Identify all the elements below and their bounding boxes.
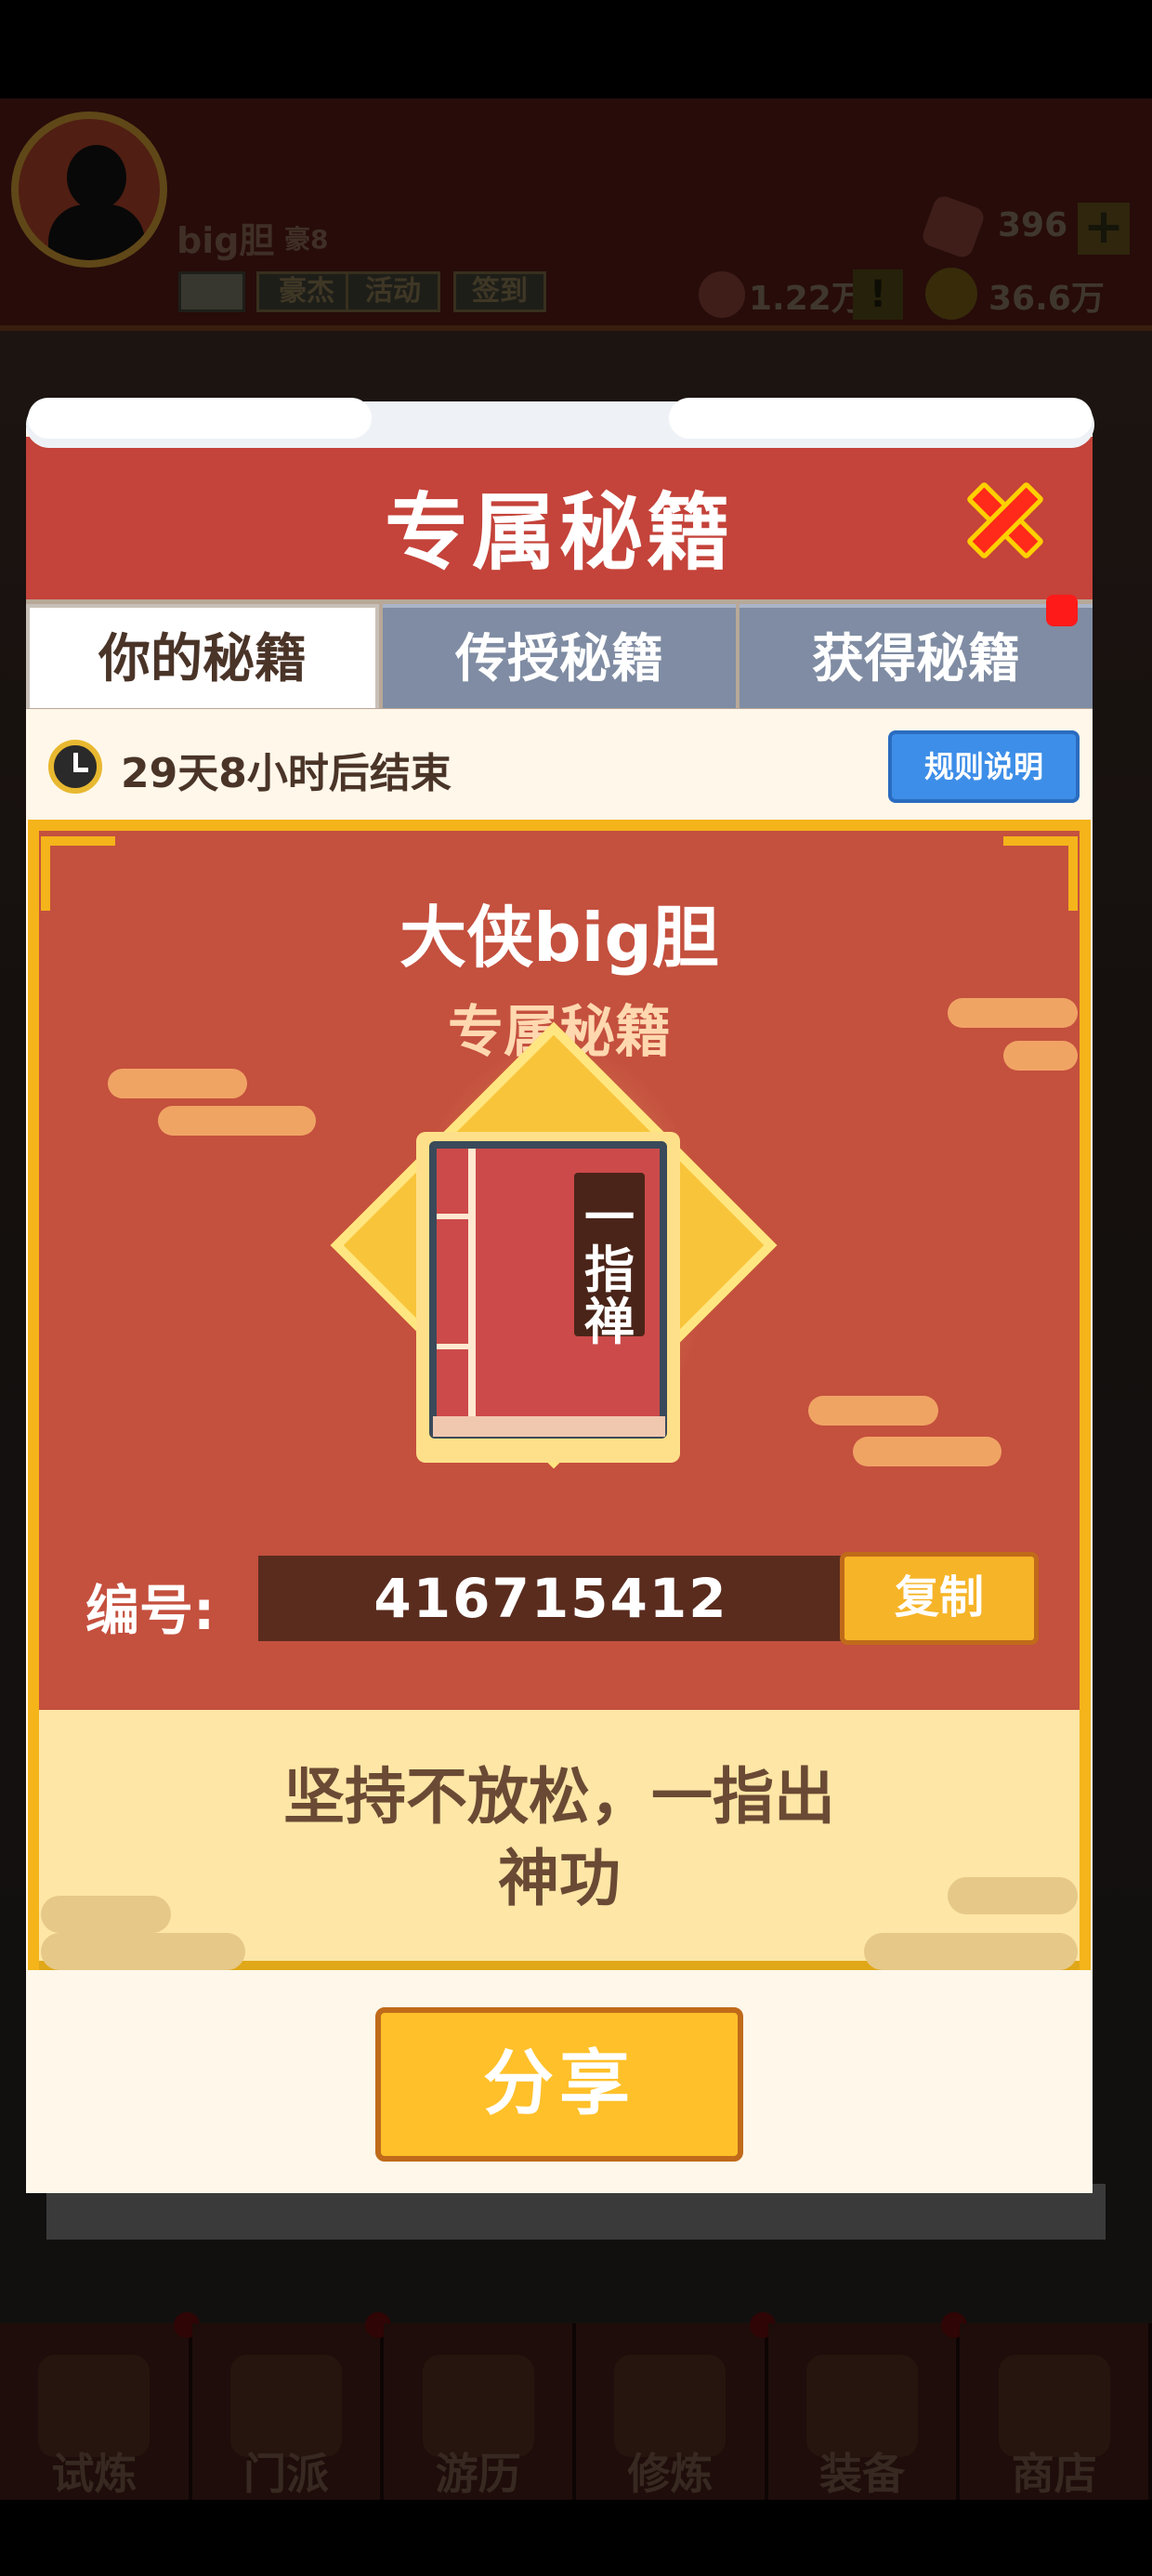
book-title-char: 禅	[584, 1293, 635, 1351]
cloud-decoration	[158, 1106, 316, 1136]
code-value: 416715412	[373, 1567, 728, 1630]
book-pages	[433, 1416, 665, 1437]
cloud-decoration	[864, 1933, 1078, 1970]
navigation-bar-area	[0, 2500, 1152, 2576]
book-binding	[437, 1214, 468, 1219]
close-button[interactable]	[957, 472, 1054, 569]
slogan-line: 神功	[498, 1843, 621, 1914]
tab-your-books[interactable]: 你的秘籍	[26, 604, 379, 708]
code-label: 编号:	[85, 1579, 216, 1642]
clock-icon	[48, 740, 102, 794]
modal-title: 专属秘籍	[385, 484, 734, 582]
slogan-line: 坚持不放松，一指出	[283, 1761, 835, 1833]
countdown-text: 29天8小时后结束	[121, 750, 452, 797]
tab-get-books[interactable]: 获得秘籍	[740, 604, 1093, 708]
status-bar-area	[0, 0, 1152, 99]
tab-teach-books[interactable]: 传授秘籍	[383, 604, 736, 708]
cloud-decoration	[853, 1437, 1001, 1466]
share-button[interactable]: 分享	[375, 2007, 743, 2162]
rules-button[interactable]: 规则说明	[888, 730, 1080, 803]
cloud-decoration	[808, 1396, 938, 1426]
cloud-decoration	[41, 1933, 245, 1970]
clock-hand	[73, 768, 88, 772]
copy-button[interactable]: 复制	[840, 1552, 1039, 1645]
panel-edge	[28, 1710, 39, 1970]
snow-decoration	[669, 398, 1093, 439]
hero-name: 大侠big胆	[399, 899, 719, 977]
snow-decoration	[28, 398, 372, 439]
cloud-decoration	[108, 1069, 247, 1098]
book-spine	[468, 1149, 476, 1431]
notification-dot	[1046, 595, 1078, 626]
panel-edge	[1080, 1710, 1091, 1970]
slogan-text: 坚持不放松，一指出 神功	[149, 1756, 970, 1920]
book-binding	[437, 1344, 468, 1349]
